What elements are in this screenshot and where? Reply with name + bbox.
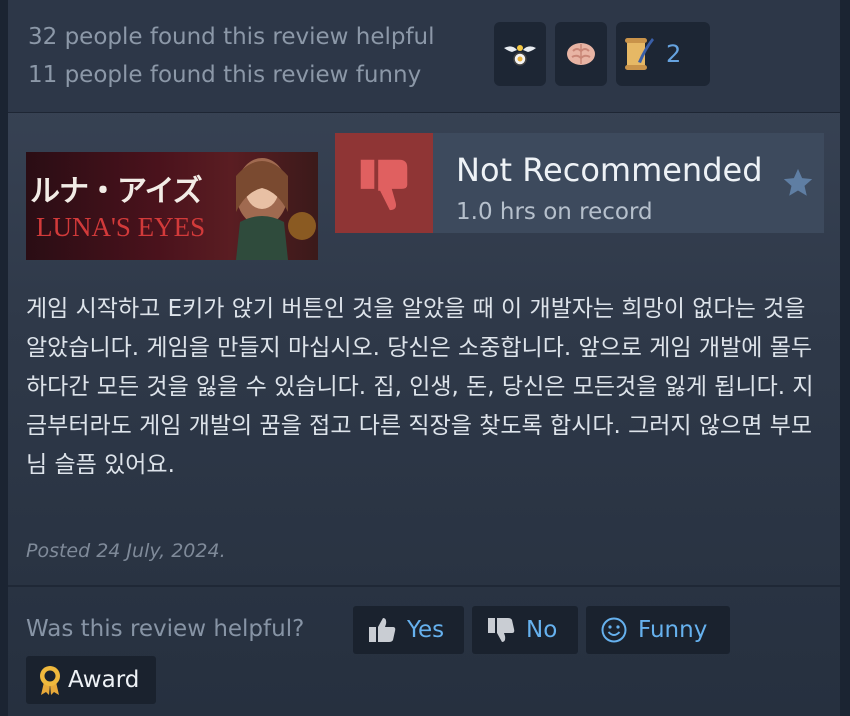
funny-count-text: 11 people found this review funny <box>28 62 422 88</box>
review-stats-bar: 32 people found this review helpful 11 p… <box>8 0 840 113</box>
no-button[interactable]: No <box>472 606 578 654</box>
award-ribbon-icon <box>36 664 64 696</box>
thumbs-up-icon <box>367 616 397 644</box>
smiley-icon <box>600 616 628 644</box>
brain-icon <box>567 43 595 65</box>
star-icon <box>783 168 813 196</box>
winged-badge-icon <box>504 45 536 66</box>
recommendation-verdict: Not Recommended <box>456 151 763 189</box>
divider <box>8 585 840 587</box>
award-winged-badge[interactable] <box>494 22 546 86</box>
award-brain[interactable] <box>555 22 607 86</box>
posted-date: Posted 24 July, 2024. <box>26 540 226 562</box>
thumbs-down-badge <box>335 133 433 233</box>
hours-on-record: 1.0 hrs on record <box>456 199 653 225</box>
thumbs-down-icon <box>360 159 408 211</box>
no-button-label: No <box>526 617 558 643</box>
recommendation-panel: Not Recommended 1.0 hrs on record <box>335 133 824 233</box>
award-button-label: Award <box>68 667 140 693</box>
yes-button-label: Yes <box>407 617 445 643</box>
thumbs-down-icon <box>486 616 516 644</box>
helpful-count-text: 32 people found this review helpful <box>28 24 435 50</box>
award-count: 2 <box>666 40 682 68</box>
yes-button[interactable]: Yes <box>353 606 464 654</box>
game-title-japanese: ルナ・アイズ <box>30 174 203 209</box>
review-card: 32 people found this review helpful 11 p… <box>8 0 840 716</box>
review-body: 게임 시작하고 E키가 앉기 버튼인 것을 알았을 때 이 개발자는 희망이 없… <box>26 296 814 478</box>
funny-button-label: Funny <box>638 617 708 643</box>
award-scroll-quill[interactable]: 2 <box>616 22 710 86</box>
award-button[interactable]: Award <box>26 656 156 704</box>
funny-button[interactable]: Funny <box>586 606 730 654</box>
game-title-english: LUNA'S EYES <box>36 212 206 242</box>
game-capsule-image[interactable]: ルナ・アイズ LUNA'S EYES <box>26 152 318 260</box>
scroll-quill-icon <box>625 38 654 70</box>
helpful-question: Was this review helpful? <box>26 616 305 642</box>
